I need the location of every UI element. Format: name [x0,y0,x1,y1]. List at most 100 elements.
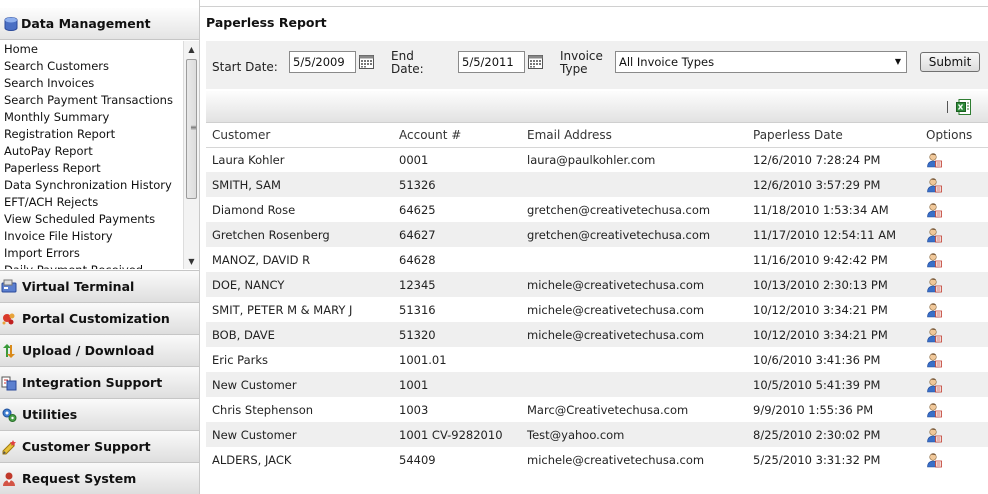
user-edit-icon[interactable] [926,327,942,343]
user-edit-icon[interactable] [926,227,942,243]
cell-account: 1003 [399,402,429,417]
sidebar-item-data-synchronization-history[interactable]: Data Synchronization History [0,177,183,194]
main-content: Paperless Report Start Date: EndDate: In… [200,8,988,494]
sidebar-item-import-errors[interactable]: Import Errors [0,245,183,262]
sidebar-section-portal-customization[interactable]: Portal Customization [0,302,199,334]
sidebar-section-utilities[interactable]: Utilities [0,398,199,430]
column-header-account[interactable]: Account # [393,123,521,148]
calendar-icon[interactable] [528,55,543,69]
cell-email: gretchen@creativetechusa.com [521,222,747,247]
sidebar-section-customer-support[interactable]: Customer Support [0,430,199,462]
sidebar-section-label: Request System [22,471,137,486]
cell-account: 1001.01 [399,352,447,367]
sidebar-item-search-customers[interactable]: Search Customers [0,58,183,75]
sidebar-section-request-system[interactable]: Request System [0,462,199,494]
cell-options [920,172,988,197]
scroll-down-arrow-icon[interactable]: ▼ [184,253,199,269]
table-row[interactable]: DOE, NANCY 12345 michele@creativetechusa.c… [206,272,988,297]
user-edit-icon[interactable] [926,427,942,443]
user-edit-icon[interactable] [926,202,942,218]
sidebar-item-eft-ach-rejects[interactable]: EFT/ACH Rejects [0,194,183,211]
user-edit-icon[interactable] [926,352,942,368]
request-user-icon [3,472,15,486]
sidebar-section-label: Utilities [22,407,78,422]
user-edit-icon[interactable] [926,177,942,193]
cell-email [521,172,747,197]
sidebar-section-upload-download[interactable]: Upload / Download [0,334,199,366]
submit-button[interactable]: Submit [920,52,980,72]
column-header-paperless-date[interactable]: Paperless Date [747,123,920,148]
sidebar-section-virtual-terminal[interactable]: Virtual Terminal [0,270,199,302]
cell-account: 1001 [393,372,521,397]
user-edit-icon[interactable] [926,252,942,268]
sidebar-item-search-payment-transactions[interactable]: Search Payment Transactions [0,92,183,109]
sidebar-item-invoice-file-history[interactable]: Invoice File History [0,228,183,245]
user-edit-icon[interactable] [926,152,942,168]
sidebar-item-paperless-report[interactable]: Paperless Report [0,160,183,177]
cell-options [920,247,988,272]
column-header-customer[interactable]: Customer [206,123,393,148]
user-edit-icon[interactable] [926,377,942,393]
table-row[interactable]: SMITH, SAM 51326 12/6/2010 3:57:29 PM [206,172,988,197]
cell-customer: Gretchen Rosenberg [206,222,393,247]
cell-paperless-date: 11/17/2010 12:54:11 AM [747,222,920,247]
sidebar-header-data-management[interactable]: Data Management [0,8,199,40]
cell-email: Test@yahoo.com [521,422,747,447]
cell-account: 51326 [393,172,521,197]
cell-options [920,197,988,222]
cell-email: michele@creativetechusa.com [527,452,705,467]
column-header-email[interactable]: Email Address [521,123,747,148]
cell-options [920,422,988,447]
cell-customer: MANOZ, DAVID R [212,252,311,267]
table-row[interactable]: Eric Parks 1001.01 10/6/2010 3:41:36 PM [206,347,988,372]
cell-email: gretchen@creativetechusa.com [527,202,711,217]
scroll-up-arrow-icon[interactable]: ▲ [184,41,199,57]
cell-options [920,222,988,247]
cell-customer: New Customer [206,422,393,447]
end-date-input[interactable] [458,51,525,73]
sidebar-item-view-scheduled-payments[interactable]: View Scheduled Payments [0,211,183,228]
cell-paperless-date: 10/6/2010 3:41:36 PM [753,352,881,367]
table-row[interactable]: BOB, DAVE 51320 michele@creativetechusa.co… [206,322,988,347]
cell-account: 64628 [399,252,436,267]
table-row[interactable]: Diamond Rose 64625 gretchen@creativetechus… [206,197,988,222]
cell-account: 51316 [399,302,436,317]
cell-paperless-date: 11/16/2010 9:42:42 PM [753,252,888,267]
sidebar-scrollbar[interactable]: ▲ ≡ ▼ [183,41,199,269]
sidebar-header-label: Data Management [21,16,151,31]
sidebar-item-registration-report[interactable]: Registration Report [0,126,183,143]
calendar-icon[interactable] [359,55,374,69]
table-row[interactable]: MANOZ, DAVID R 64628 11/16/2010 9:42:42 PM [206,247,988,272]
cell-options [920,272,988,297]
cell-options [920,447,988,472]
table-row[interactable]: SMIT, PETER M & MARY J 51316 michele@creat… [206,297,988,322]
sidebar-section-label: Portal Customization [22,311,170,326]
sidebar-menu-items: Home Search Customers Search Invoices Searc… [0,41,183,269]
sidebar-section-integration-support[interactable]: Integration Support [0,366,199,398]
scroll-thumb[interactable]: ≡ [186,59,197,199]
pencil-star-icon [2,439,16,454]
user-edit-icon[interactable] [926,277,942,293]
cell-customer: ALDERS, JACK [212,452,292,467]
sidebar-item-daily-payment-received[interactable]: Daily Payment Received [0,262,183,269]
table-row[interactable]: ALDERS, JACK 54409 michele@creativetechusa… [206,447,988,472]
table-row[interactable]: Gretchen Rosenberg 64627 gretchen@creative… [206,222,988,247]
cell-email [521,372,747,397]
user-edit-icon[interactable] [926,402,942,418]
start-date-input[interactable] [289,51,356,73]
sidebar-item-search-invoices[interactable]: Search Invoices [0,75,183,92]
invoice-type-select[interactable]: All Invoice Types ▼ [615,51,907,73]
cell-account: 64625 [399,202,436,217]
table-row[interactable]: Laura Kohler 0001 laura@paulkohler.com 12/6… [206,147,988,172]
sidebar-item-home[interactable]: Home [0,41,183,58]
table-row[interactable]: New Customer 1001 CV-9282010 Test@yahoo.co… [206,422,988,447]
cell-email: Marc@Creativetechusa.com [527,402,689,417]
end-date-label: End Date: [391,49,424,76]
user-edit-icon[interactable] [926,452,942,468]
sidebar-item-monthly-summary[interactable]: Monthly Summary [0,109,183,126]
table-row[interactable]: New Customer 1001 10/5/2010 5:41:39 PM [206,372,988,397]
user-edit-icon[interactable] [926,302,942,318]
excel-export-icon[interactable] [956,99,971,115]
sidebar-item-autopay-report[interactable]: AutoPay Report [0,143,183,160]
table-row[interactable]: Chris Stephenson 1003 Marc@Creativetechusa… [206,397,988,422]
